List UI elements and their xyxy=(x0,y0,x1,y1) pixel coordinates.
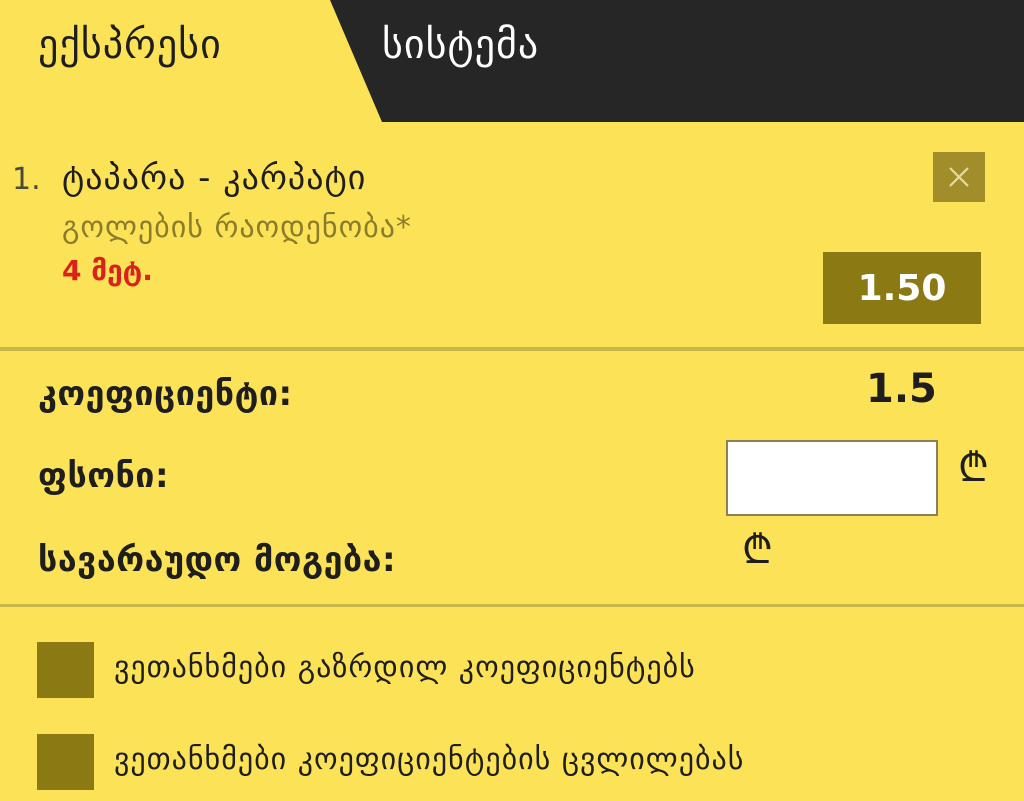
selection-index: 1. xyxy=(12,162,41,197)
stake-input[interactable] xyxy=(726,440,938,516)
selection-match: ტაპარა - კარპატი xyxy=(62,158,367,198)
coefficient-value: 1.5 xyxy=(866,366,937,412)
remove-selection-button[interactable] xyxy=(933,152,985,202)
tab-system[interactable]: სისტემა xyxy=(330,0,1024,122)
accept-increased-odds-label: ვეთანხმები გაზრდილ კოეფიციენტებს xyxy=(114,650,696,685)
accept-increased-odds-option[interactable]: ვეთანხმები გაზრდილ კოეფიციენტებს xyxy=(0,636,1024,706)
selection-market: გოლების რაოდენობა* xyxy=(62,210,412,245)
lari-currency-icon: ₾ xyxy=(958,445,989,491)
tab-system-label: სისტემა xyxy=(382,22,540,68)
potential-win-label: სავარაუდო მოგება: xyxy=(38,540,397,580)
accept-odds-change-checkbox[interactable] xyxy=(37,734,94,790)
selection-odds: 1.50 xyxy=(823,252,981,324)
accept-increased-odds-checkbox[interactable] xyxy=(37,642,94,698)
bet-slip: ექსპრესი სისტემა 1. ტაპარა - კარპატი გოლ… xyxy=(0,0,1024,801)
close-icon xyxy=(949,167,969,187)
coefficient-label: კოეფიციენტი: xyxy=(38,374,293,414)
accept-odds-change-label: ვეთანხმები კოეფიციენტების ცვლილებას xyxy=(114,742,745,777)
stake-label: ფსონი: xyxy=(38,456,170,496)
selection-item: 1. ტაპარა - კარპატი გოლების რაოდენობა* 4… xyxy=(0,122,1024,348)
tab-express-label: ექსპრესი xyxy=(38,22,222,68)
bet-type-tabs: ექსპრესი სისტემა xyxy=(0,0,1024,122)
accept-odds-change-option[interactable]: ვეთანხმები კოეფიციენტების ცვლილებას xyxy=(0,728,1024,798)
divider xyxy=(0,604,1024,607)
divider xyxy=(0,347,1024,351)
selection-outcome: 4 მეტ. xyxy=(62,254,153,287)
lari-currency-icon: ₾ xyxy=(742,527,773,573)
